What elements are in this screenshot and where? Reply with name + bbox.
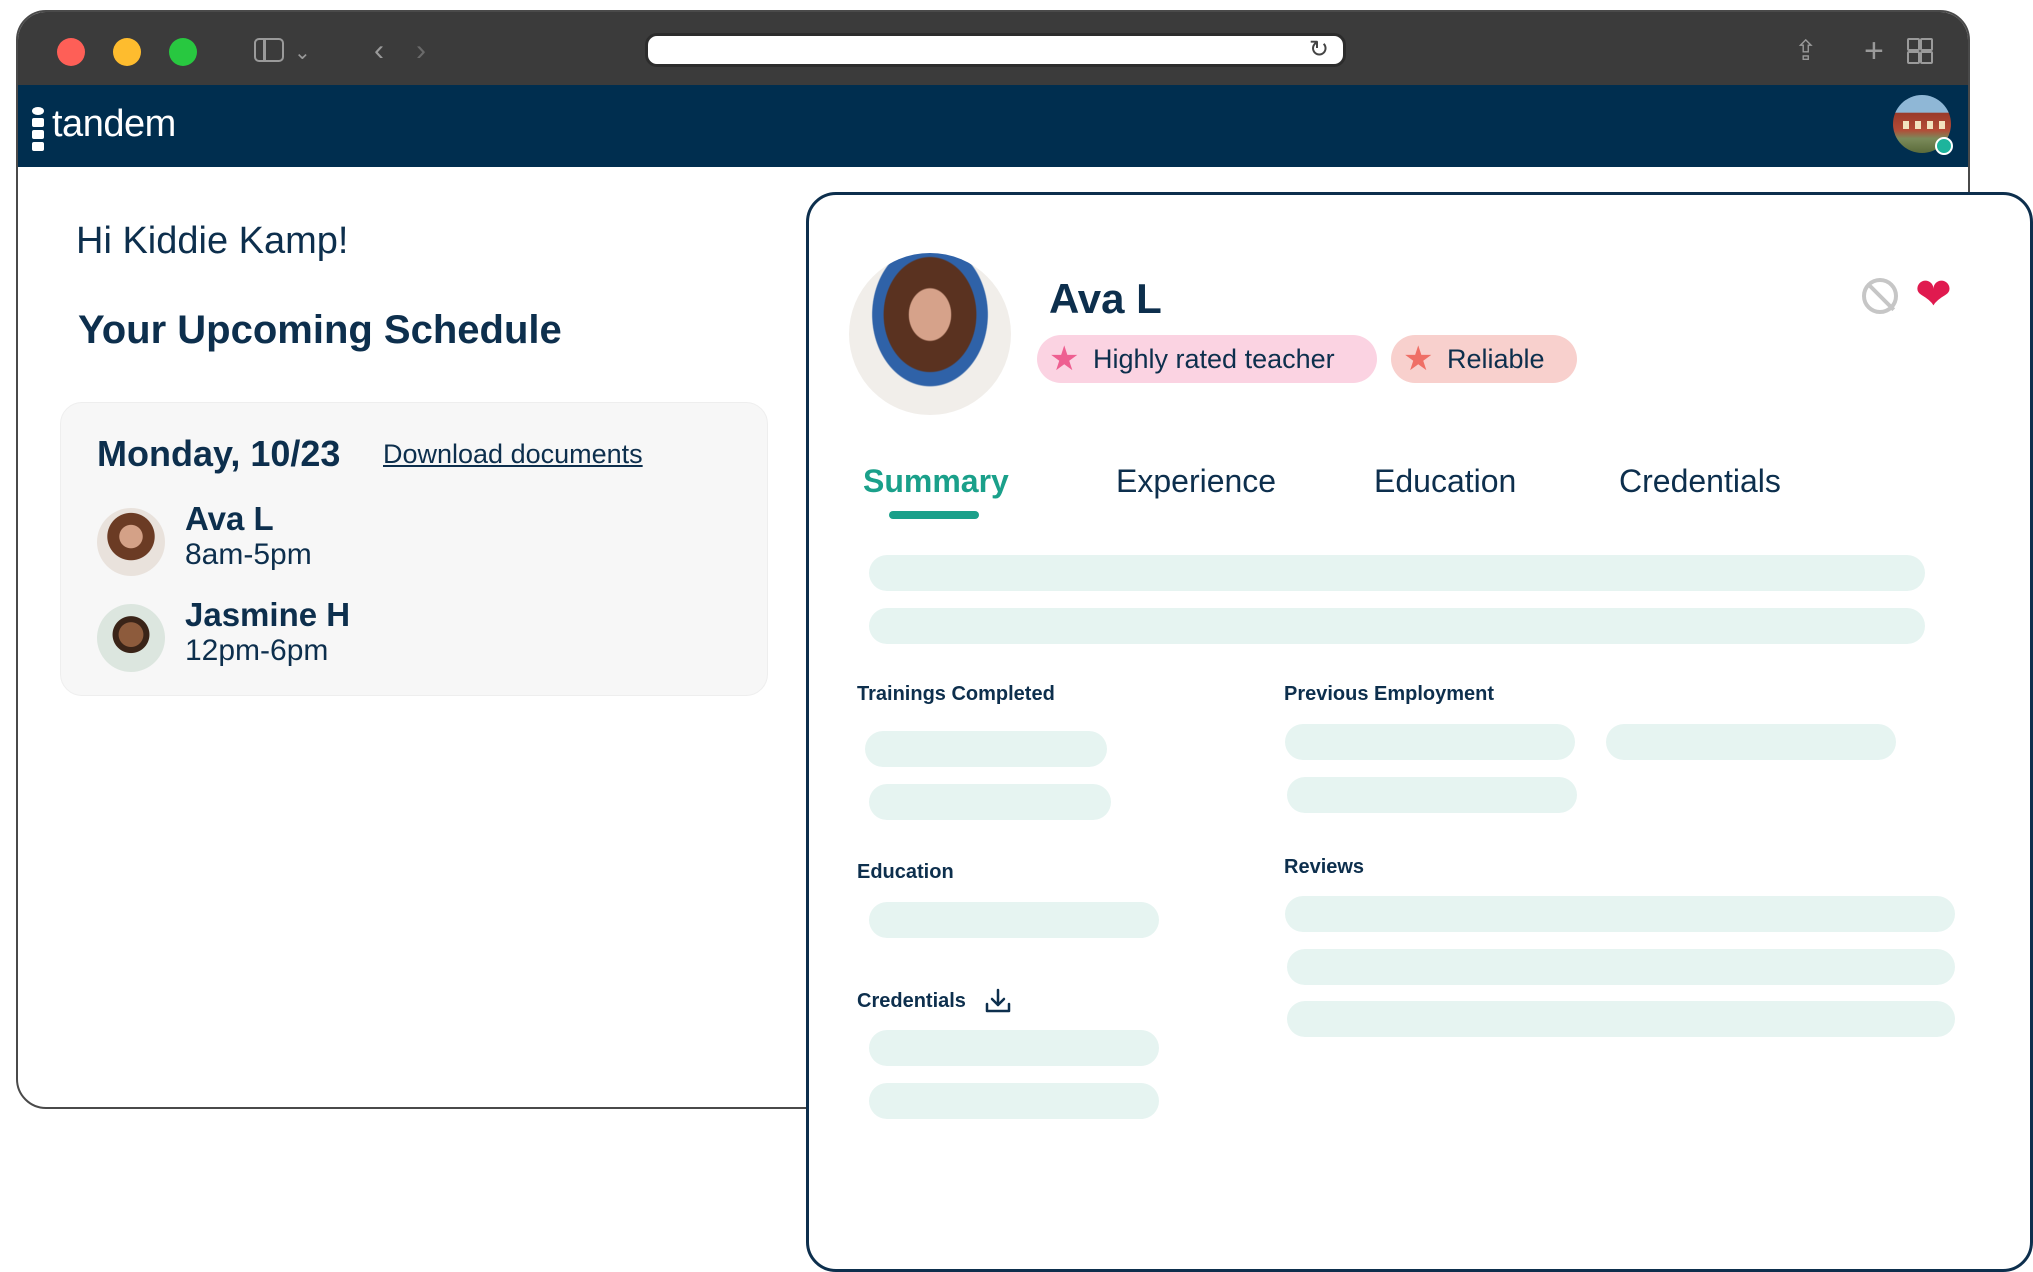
skeleton-line	[869, 555, 1925, 591]
shift-time: 8am-5pm	[185, 538, 312, 571]
schedule-day: Monday, 10/23	[97, 433, 341, 474]
back-icon[interactable]: ‹	[374, 34, 384, 68]
skeleton-line	[865, 731, 1107, 767]
credentials-heading: Credentials	[857, 990, 966, 1012]
reviews-heading: Reviews	[1284, 856, 1365, 878]
badge-highly-rated: ★ Highly rated teacher	[1037, 335, 1377, 383]
schedule-heading: Your Upcoming Schedule	[78, 308, 562, 352]
shift-row[interactable]: Ava L 8am-5pm	[97, 500, 597, 578]
shift-name: Jasmine H	[185, 596, 351, 633]
download-documents-link[interactable]: Download documents	[383, 439, 643, 470]
skeleton-line	[1287, 1001, 1955, 1037]
tab-experience[interactable]: Experience	[1116, 463, 1276, 500]
skeleton-line	[1287, 777, 1577, 813]
previous-employment-heading: Previous Employment	[1284, 683, 1495, 705]
profile-card: Ava L ★ Highly rated teacher ★ Reliable …	[806, 192, 2033, 1272]
online-status-indicator	[1935, 137, 1953, 155]
address-bar[interactable]: ↻	[645, 33, 1346, 67]
skeleton-line	[1285, 724, 1575, 760]
share-icon[interactable]: ⇪	[1794, 34, 1817, 68]
skeleton-line	[1606, 724, 1896, 760]
app-header: tandem	[18, 85, 1968, 167]
skeleton-line	[1287, 949, 1955, 985]
tab-overview-icon[interactable]	[1907, 34, 1933, 68]
shift-row[interactable]: Jasmine H 12pm-6pm	[97, 596, 597, 674]
avatar	[97, 508, 165, 576]
account-avatar[interactable]	[1893, 95, 1953, 155]
new-tab-icon[interactable]: +	[1864, 34, 1884, 68]
tab-education[interactable]: Education	[1374, 463, 1516, 500]
logo-mark-icon	[32, 107, 44, 154]
skeleton-line	[869, 1083, 1159, 1119]
schedule-card: Monday, 10/23 Download documents Ava L 8…	[60, 402, 768, 696]
tab-credentials[interactable]: Credentials	[1619, 463, 1781, 500]
zoom-window-icon[interactable]	[169, 38, 197, 66]
reload-icon[interactable]: ↻	[1309, 34, 1329, 66]
education-heading: Education	[857, 861, 954, 883]
skeleton-line	[869, 1030, 1159, 1066]
badge-reliable: ★ Reliable	[1391, 335, 1577, 383]
sidebar-toggle-icon[interactable]: ⌄	[254, 34, 318, 68]
tab-summary[interactable]: Summary	[863, 463, 1009, 500]
skeleton-line	[1285, 896, 1955, 932]
active-tab-indicator	[889, 511, 979, 519]
skeleton-line	[869, 608, 1925, 644]
profile-name: Ava L	[1049, 275, 1162, 322]
skeleton-line	[869, 902, 1159, 938]
skeleton-line	[869, 784, 1111, 820]
close-window-icon[interactable]	[57, 38, 85, 66]
shift-name: Ava L	[185, 500, 274, 537]
browser-titlebar: ⌄ ‹ › ↻ ⇪ +	[18, 12, 1968, 85]
forward-icon[interactable]: ›	[416, 34, 426, 68]
avatar	[97, 604, 165, 672]
star-icon: ★	[1403, 340, 1434, 378]
heart-icon[interactable]: ❤	[1915, 273, 1952, 317]
download-icon[interactable]	[984, 987, 1012, 1015]
minimize-window-icon[interactable]	[113, 38, 141, 66]
greeting-text: Hi Kiddie Kamp!	[76, 220, 349, 262]
block-icon[interactable]	[1862, 278, 1898, 314]
shift-time: 12pm-6pm	[185, 634, 329, 667]
star-icon: ★	[1049, 340, 1080, 378]
logo-text: tandem	[52, 103, 176, 145]
trainings-heading: Trainings Completed	[857, 683, 1055, 705]
profile-photo	[849, 253, 1011, 415]
